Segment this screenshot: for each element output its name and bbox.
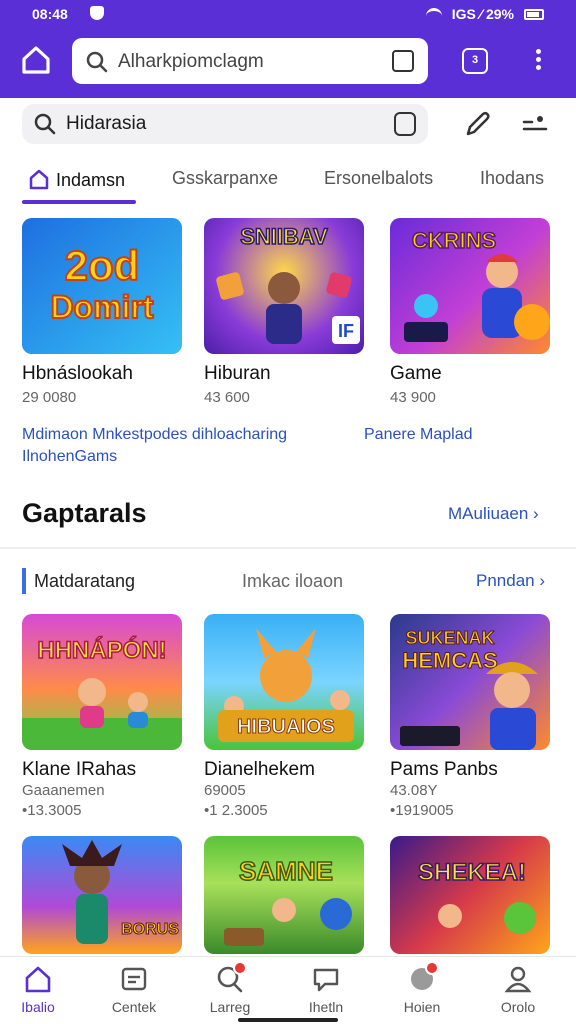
address-bar[interactable]: Alharkpiomclagm xyxy=(72,38,428,84)
card-thumbnail[interactable]: 2od Domirt xyxy=(22,218,182,354)
pencil-icon[interactable] xyxy=(462,110,492,140)
subsection-label: Matdaratang xyxy=(34,571,136,591)
card-meta: 43 900 xyxy=(390,389,436,406)
nav-chat[interactable]: Ihetln xyxy=(278,965,374,1015)
svg-text:2od: 2od xyxy=(65,242,140,289)
nav-label: Ibalio xyxy=(21,999,55,1015)
shield-badge-icon[interactable] xyxy=(394,112,416,136)
bell-icon xyxy=(407,961,439,993)
promo-link[interactable]: Mdimaon Mnkestpodes dihloacharing xyxy=(22,426,287,444)
svg-text:SNIIBAV: SNIIBAV xyxy=(240,224,328,249)
status-indicators: IGS ⁄ 29% xyxy=(425,6,544,22)
tab-category-2[interactable]: Gsskarpanxe xyxy=(172,168,278,189)
nav-notifications[interactable]: Hoien xyxy=(374,961,470,1015)
search-input[interactable]: Hidarasia xyxy=(22,104,428,144)
game-subtitle: 69005 xyxy=(204,782,246,799)
game-thumbnail[interactable]: HIBUAIOS xyxy=(204,614,364,750)
svg-text:BORUS: BORUS xyxy=(121,921,179,938)
search-value: Hidarasia xyxy=(66,113,147,134)
status-bar: 08:48 IGS ⁄ 29% xyxy=(0,0,576,30)
card-title[interactable]: Hiburan xyxy=(204,363,271,385)
svg-text:SHEKEA!: SHEKEA! xyxy=(418,859,526,886)
wifi-icon xyxy=(425,8,442,20)
address-text: Alharkpiomclagm xyxy=(118,51,264,72)
nav-label: Larreg xyxy=(209,999,251,1015)
tab-category-4[interactable]: Ihodans xyxy=(480,168,544,189)
game-stat: •1919005 xyxy=(390,802,454,819)
subsection-link[interactable]: Pnndan › xyxy=(476,571,545,591)
svg-text:SAMNE: SAMNE xyxy=(239,856,333,886)
home-icon xyxy=(23,965,53,993)
app-header: 08:48 IGS ⁄ 29% Alharkpiomclagm 3 xyxy=(0,0,576,98)
svg-text:CKRINS: CKRINS xyxy=(412,228,496,253)
promo-link-right[interactable]: Panere Maplad xyxy=(364,426,473,444)
game-title[interactable]: Klane IRahas xyxy=(22,759,136,781)
notification-dot xyxy=(233,961,247,975)
nav-label: Orolo xyxy=(500,999,536,1015)
battery-icon xyxy=(524,8,544,20)
home-icon[interactable] xyxy=(18,42,54,78)
game-thumbnail[interactable]: SUKENAK HEMCAS xyxy=(390,614,550,750)
home-icon xyxy=(29,169,49,190)
game-title[interactable]: Dianelhekem xyxy=(204,759,315,781)
subsection-accent xyxy=(22,568,26,594)
search-icon xyxy=(215,961,247,993)
game-thumbnail[interactable]: SAMNE xyxy=(204,836,364,954)
svg-text:HIBUAIOS: HIBUAIOS xyxy=(237,716,335,738)
profile-icon xyxy=(503,965,533,993)
game-stat: •1 2.3005 xyxy=(204,802,268,819)
game-thumbnail[interactable]: HHNÁPÓN! xyxy=(22,614,182,750)
more-menu-icon[interactable] xyxy=(526,47,550,77)
card-thumbnail[interactable]: SNIIBAV IF xyxy=(204,218,364,354)
svg-text:SUKENAK: SUKENAK xyxy=(405,628,494,648)
gesture-bar[interactable] xyxy=(238,1018,338,1022)
svg-text:Domirt: Domirt xyxy=(50,289,153,325)
tab-label: Indamsn xyxy=(56,170,126,190)
card-title[interactable]: Hbnáslookah xyxy=(22,363,133,385)
nav-store[interactable]: Centek xyxy=(86,965,182,1015)
section-title: Gaptarals xyxy=(22,498,147,528)
chat-icon xyxy=(311,965,341,993)
card-meta: 29 0080 xyxy=(22,389,77,406)
notification-dot xyxy=(425,961,439,975)
tab-category-1[interactable]: Indamsn xyxy=(22,168,136,204)
shield-icon xyxy=(90,6,104,20)
status-time: 08:48 xyxy=(32,6,68,22)
game-title[interactable]: Pams Panbs xyxy=(390,759,498,781)
people-icon[interactable] xyxy=(520,112,550,138)
promo-link-continued[interactable]: IlnohenGams xyxy=(22,448,117,466)
search-icon xyxy=(86,51,108,73)
nav-search[interactable]: Larreg xyxy=(182,961,278,1015)
search-icon xyxy=(34,113,56,135)
game-thumbnail[interactable]: SHEKEA! xyxy=(390,836,550,954)
subsection-filter[interactable]: Imkac iloaon xyxy=(242,571,343,592)
card-meta: 43 600 xyxy=(204,389,250,406)
svg-text:IF: IF xyxy=(338,321,354,341)
nav-label: Hoien xyxy=(403,999,441,1015)
nav-label: Ihetln xyxy=(308,999,344,1015)
active-tab-indicator xyxy=(22,200,136,204)
tab-square-icon[interactable] xyxy=(392,50,414,72)
game-thumbnail[interactable]: BORUS xyxy=(22,836,182,954)
card-thumbnail[interactable]: CKRINS xyxy=(390,218,550,354)
tabs-button[interactable]: 3 xyxy=(462,48,488,74)
svg-text:HEMCAS: HEMCAS xyxy=(402,648,497,673)
game-stat: •13.3005 xyxy=(22,802,82,819)
divider xyxy=(0,547,576,549)
bottom-navigation: Ibalio Centek Larreg Ihetln Hoien Orolo xyxy=(0,956,576,1024)
tab-category-3[interactable]: Ersonelbalots xyxy=(324,168,433,189)
svg-text:HHNÁPÓN!: HHNÁPÓN! xyxy=(37,636,166,664)
store-icon xyxy=(119,965,149,993)
category-tabs: Indamsn Gsskarpanxe Ersonelbalots Ihodan… xyxy=(0,160,576,204)
nav-profile[interactable]: Orolo xyxy=(470,965,566,1015)
nav-label: Centek xyxy=(111,999,157,1015)
game-subtitle: 43.08Y xyxy=(390,782,438,799)
see-more-link[interactable]: MAuliuaen › xyxy=(448,504,539,524)
status-indicators-text: IGS ⁄ 29% xyxy=(451,6,514,22)
game-subtitle: Gaaanemen xyxy=(22,782,105,799)
card-title[interactable]: Game xyxy=(390,363,442,385)
nav-home[interactable]: Ibalio xyxy=(0,965,86,1015)
